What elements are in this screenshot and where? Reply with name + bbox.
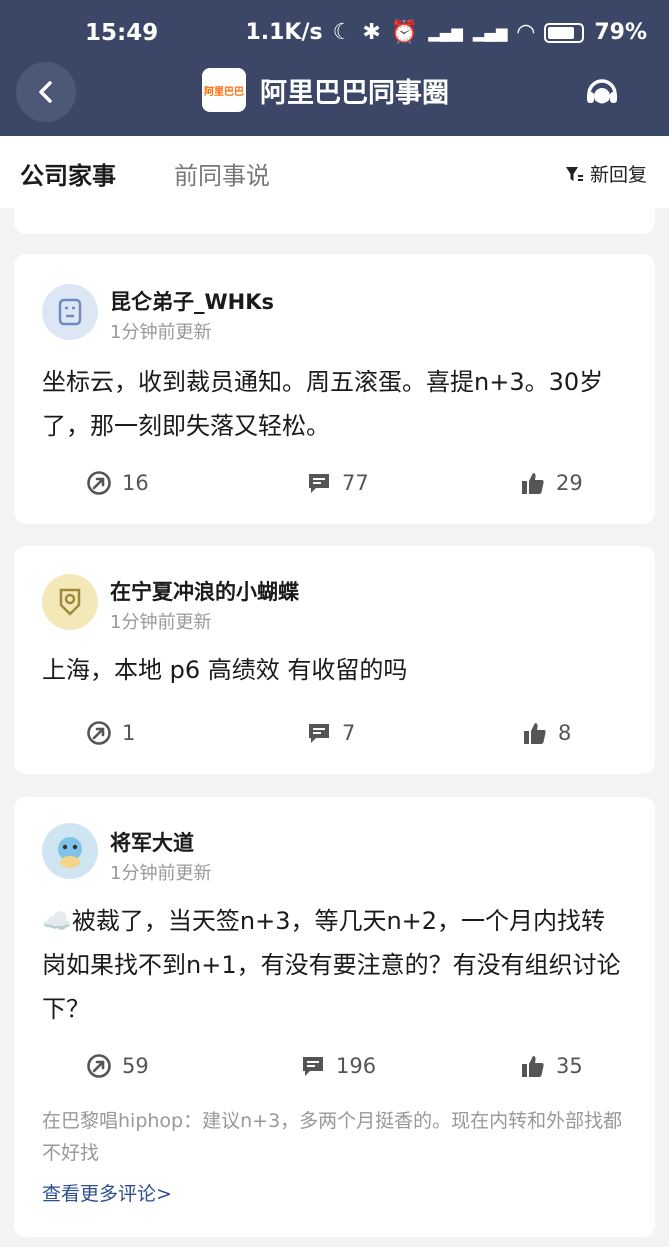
share-count: 1	[122, 721, 136, 745]
tab-bar: 公司家事 前同事说 新回复	[0, 136, 669, 208]
chevron-left-icon	[39, 81, 52, 103]
nav-bar: 阿里巴巴 阿里巴巴同事圈	[0, 62, 669, 122]
share-icon	[87, 721, 111, 745]
thumbs-up-icon	[524, 723, 546, 744]
signal-icon: ▂▄▆	[428, 23, 463, 42]
alarm-icon: ⏰	[390, 20, 419, 45]
robot-avatar-icon	[58, 298, 82, 326]
back-button[interactable]	[16, 62, 76, 122]
moon-icon: ☾	[332, 20, 353, 45]
sort-label: 新回复	[589, 164, 647, 186]
comment-button[interactable]: 196	[300, 1053, 376, 1079]
post-card[interactable]: 昆仑弟子_WHKs 1分钟前更新 坐标云，收到裁员通知。周五滚蛋。喜提n+3。3…	[14, 254, 655, 524]
comment-count: 196	[336, 1054, 377, 1078]
battery-icon	[544, 22, 585, 43]
comment-count: 7	[342, 721, 356, 745]
status-indicators: 1.1K/s ☾ ✱ ⏰ ▂▄▆ ▂▄▆ ◠ 79%	[245, 20, 647, 45]
share-button[interactable]: 59	[86, 1053, 149, 1079]
badge-avatar-icon	[59, 588, 81, 616]
tab-company-affairs[interactable]: 公司家事	[20, 156, 116, 191]
avatar[interactable]	[42, 574, 98, 630]
net-speed: 1.1K/s	[245, 20, 323, 45]
previous-card-stub	[14, 206, 655, 234]
nav-title-group: 阿里巴巴 阿里巴巴同事圈	[202, 68, 449, 112]
wifi-icon: ◠	[517, 20, 535, 45]
post-content[interactable]: 坐标云，收到裁员通知。周五滚蛋。喜提n+3。30岁了，那一刻即失落又轻松。	[42, 360, 627, 448]
update-time: 1分钟前更新	[110, 863, 212, 884]
post-content[interactable]: ☁️被裁了，当天签n+3，等几天n+2，一个月内找转岗如果找不到n+1，有没有要…	[42, 899, 627, 1031]
username[interactable]: 将军大道	[110, 827, 194, 857]
comment-icon	[303, 1057, 323, 1076]
comment-icon	[309, 724, 329, 743]
update-time: 1分钟前更新	[110, 612, 212, 633]
share-count: 59	[122, 1054, 149, 1078]
share-icon	[87, 1054, 111, 1078]
like-button[interactable]: 35	[520, 1053, 583, 1079]
top-comment[interactable]: 在巴黎唱hiphop：建议n+3，多两个月挺香的。现在内转和外部找都不好找	[42, 1105, 625, 1169]
like-count: 29	[556, 471, 583, 495]
comment-button[interactable]: 7	[306, 720, 355, 746]
status-bar: 15:49 1.1K/s ☾ ✱ ⏰ ▂▄▆ ▂▄▆ ◠ 79%	[0, 0, 669, 70]
update-time: 1分钟前更新	[110, 322, 212, 343]
share-button[interactable]: 1	[86, 720, 135, 746]
like-button[interactable]: 29	[520, 470, 583, 496]
sort-button[interactable]: 新回复	[564, 160, 647, 187]
app-header: 15:49 1.1K/s ☾ ✱ ⏰ ▂▄▆ ▂▄▆ ◠ 79% 阿里巴巴 阿里…	[0, 0, 669, 136]
thumbs-up-icon	[522, 473, 544, 494]
filter-icon	[565, 166, 583, 181]
comment-icon	[309, 474, 329, 493]
customer-service-icon[interactable]	[582, 72, 622, 112]
avatar[interactable]	[42, 284, 98, 340]
post-card[interactable]: 将军大道 1分钟前更新 ☁️被裁了，当天签n+3，等几天n+2，一个月内找转岗如…	[14, 797, 655, 1237]
post-content[interactable]: 上海，本地 p6 高绩效 有收留的吗	[42, 648, 627, 692]
thumbs-up-icon	[522, 1056, 544, 1077]
like-count: 8	[558, 721, 572, 745]
status-time: 15:49	[85, 20, 159, 46]
comment-count: 77	[342, 471, 369, 495]
tab-former-colleagues[interactable]: 前同事说	[174, 156, 270, 191]
logo-text: 阿里巴巴	[204, 86, 244, 98]
signal-icon-2: ▂▄▆	[472, 23, 508, 42]
share-icon	[87, 471, 111, 495]
cartoon-avatar-icon	[58, 837, 82, 868]
comment-button[interactable]: 77	[306, 470, 369, 496]
username[interactable]: 昆仑弟子_WHKs	[110, 286, 274, 316]
bluetooth-icon: ✱	[362, 20, 381, 45]
battery-level: 79%	[594, 20, 647, 45]
share-count: 16	[122, 471, 149, 495]
alibaba-logo: 阿里巴巴	[202, 68, 246, 112]
post-card[interactable]: 在宁夏冲浪的小蝴蝶 1分钟前更新 上海，本地 p6 高绩效 有收留的吗 1 7 …	[14, 546, 655, 774]
username[interactable]: 在宁夏冲浪的小蝴蝶	[110, 576, 299, 606]
like-button[interactable]: 8	[522, 720, 571, 746]
avatar[interactable]	[42, 823, 98, 879]
view-more-comments-link[interactable]: 查看更多评论>	[42, 1179, 172, 1206]
page-title: 阿里巴巴同事圈	[260, 77, 449, 109]
share-button[interactable]: 16	[86, 470, 149, 496]
like-count: 35	[556, 1054, 583, 1078]
